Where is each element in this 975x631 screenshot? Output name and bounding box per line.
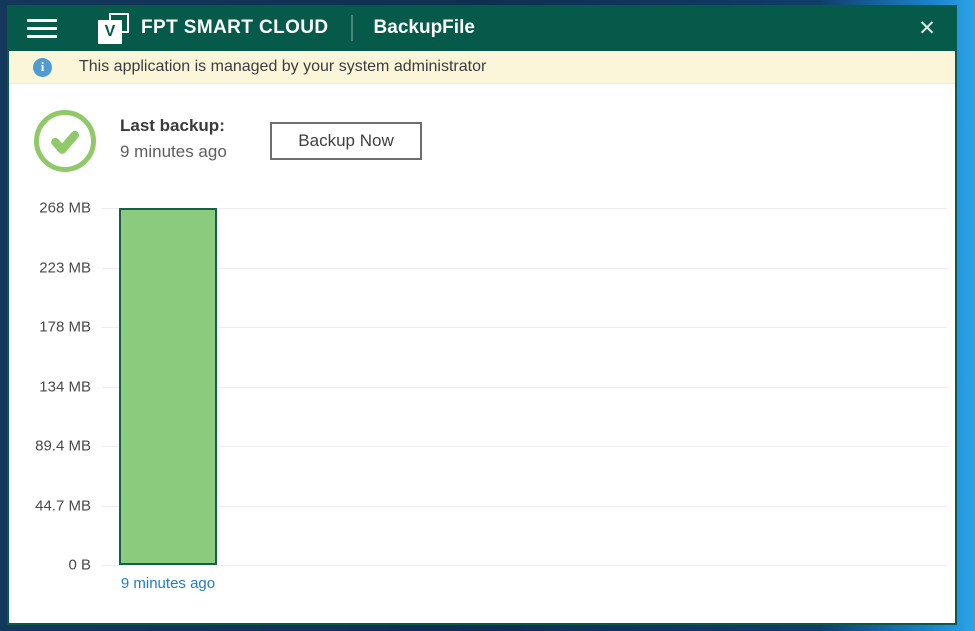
brand-name: FPT SMART CLOUD xyxy=(141,17,329,39)
success-check-icon xyxy=(34,110,96,172)
backup-size-bar[interactable] xyxy=(119,208,217,565)
y-axis-tick-label: 44.7 MB xyxy=(19,497,91,514)
last-backup-label: Last backup: xyxy=(120,113,227,139)
info-icon: i xyxy=(33,58,52,77)
app-title: BackupFile xyxy=(374,17,475,39)
logo-letter: V xyxy=(98,20,122,44)
veeam-logo-icon: V xyxy=(98,13,129,44)
backup-now-button[interactable]: Backup Now xyxy=(270,122,422,160)
desktop-background: V FPT SMART CLOUD BackupFile ✕ i This ap… xyxy=(0,0,975,631)
gridline xyxy=(102,208,947,209)
last-backup-status: Last backup: 9 minutes ago xyxy=(120,113,227,165)
gridline xyxy=(102,387,947,388)
backup-app-window: V FPT SMART CLOUD BackupFile ✕ i This ap… xyxy=(7,5,957,625)
y-axis-tick-label: 268 MB xyxy=(19,200,91,217)
menu-icon[interactable] xyxy=(27,19,57,38)
y-axis-tick-label: 134 MB xyxy=(19,378,91,395)
x-axis-category-label[interactable]: 9 minutes ago xyxy=(118,573,218,595)
y-axis-tick-label: 223 MB xyxy=(19,259,91,276)
gridline xyxy=(102,446,947,447)
gridline xyxy=(102,268,947,269)
gridline xyxy=(102,327,947,328)
gridline xyxy=(102,506,947,507)
gridline xyxy=(102,565,947,566)
y-axis-tick-label: 178 MB xyxy=(19,319,91,336)
admin-notice-bar: i This application is managed by your sy… xyxy=(9,51,955,84)
admin-notice-text: This application is managed by your syst… xyxy=(79,58,486,76)
title-bar: V FPT SMART CLOUD BackupFile ✕ xyxy=(9,5,955,51)
close-icon[interactable]: ✕ xyxy=(911,12,943,44)
backup-size-chart: 268 MB223 MB178 MB134 MB89.4 MB44.7 MB0 … xyxy=(9,208,955,565)
y-axis-tick-label: 0 B xyxy=(19,557,91,574)
y-axis-tick-label: 89.4 MB xyxy=(19,438,91,455)
last-backup-value: 9 minutes ago xyxy=(120,139,227,165)
title-divider xyxy=(351,15,353,41)
